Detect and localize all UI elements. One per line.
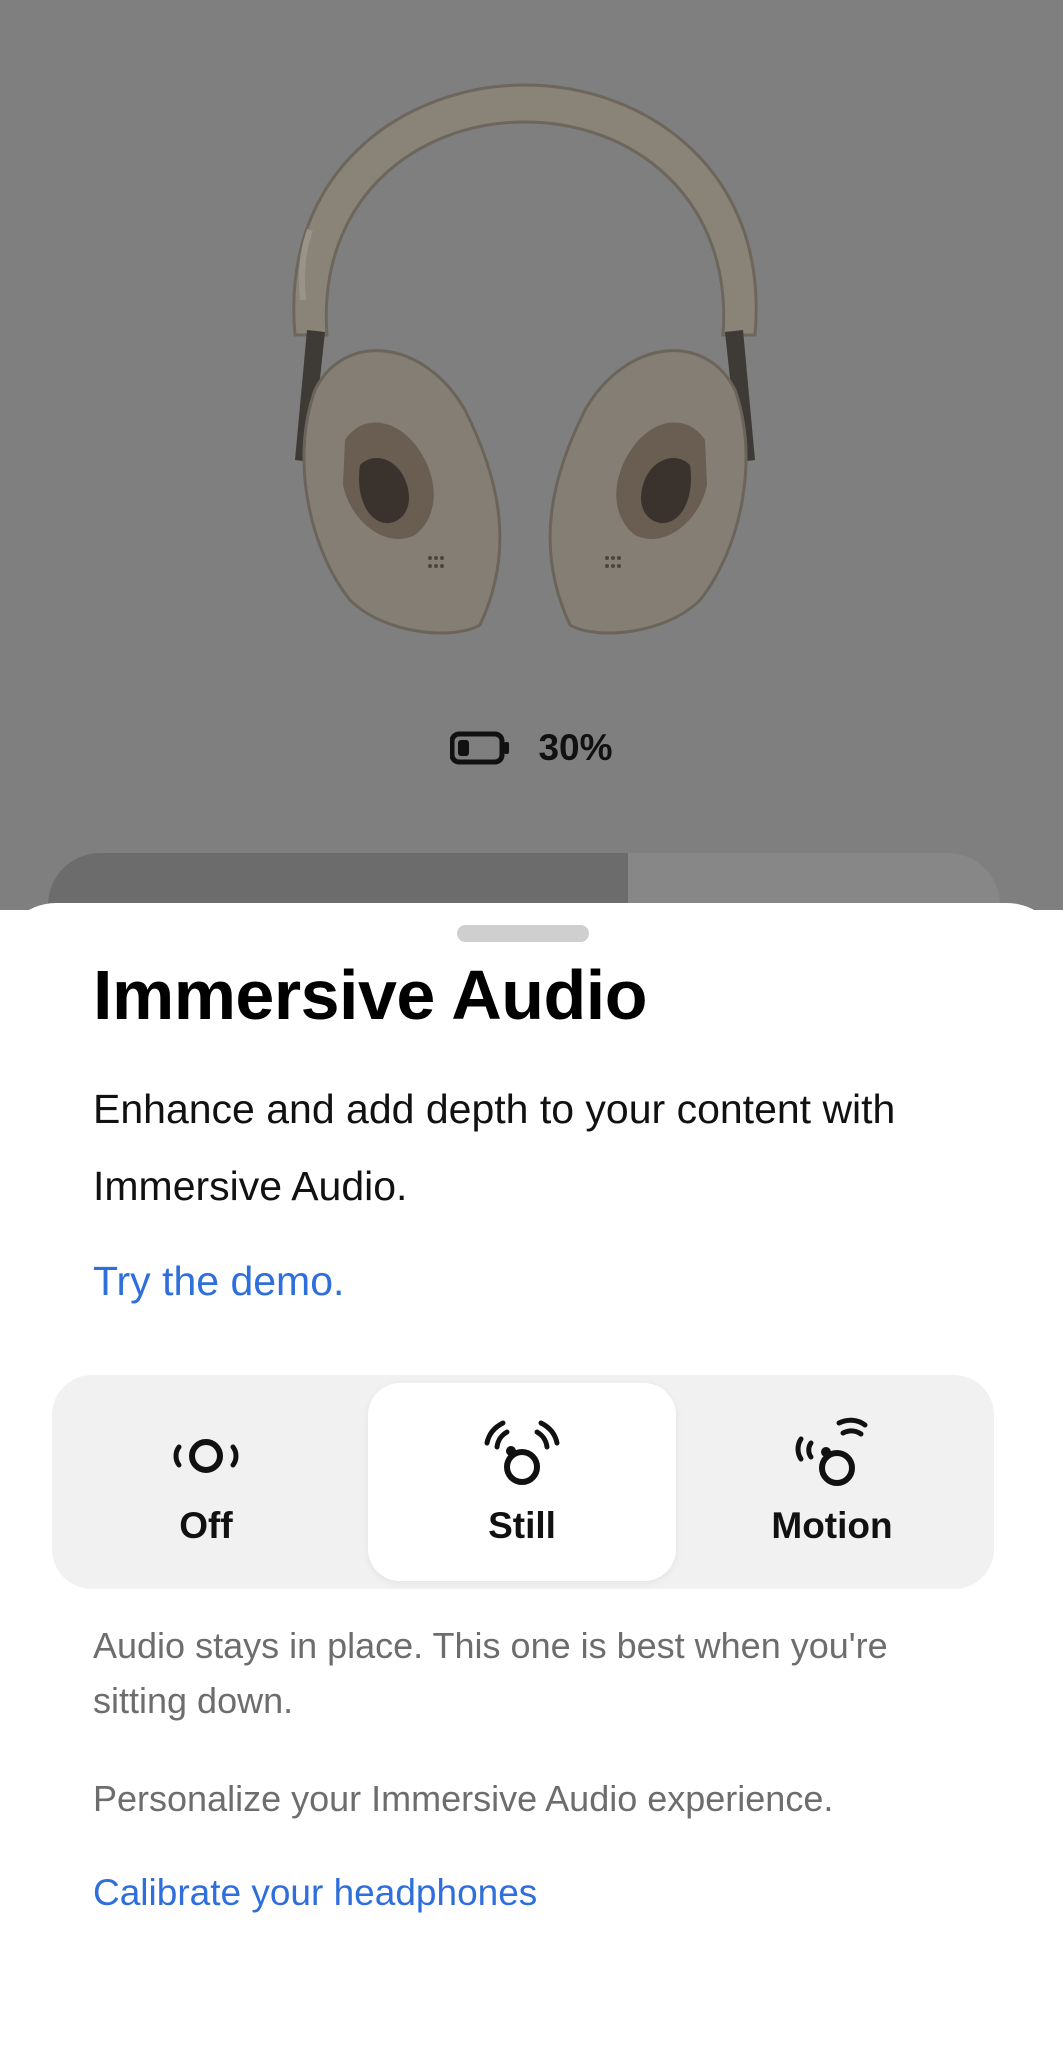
immersive-off-icon xyxy=(173,1439,239,1473)
battery-percent: 30% xyxy=(538,727,613,768)
headphones-image xyxy=(292,83,758,635)
personalize-text: Personalize your Immersive Audio experie… xyxy=(93,1778,834,1819)
device-backdrop: 30% xyxy=(0,0,1063,973)
sheet-description: Enhance and add depth to your content wi… xyxy=(93,1086,896,1209)
try-demo-link[interactable]: Try the demo. xyxy=(93,1258,344,1305)
battery-status: 30% xyxy=(0,718,1063,778)
mode-still-button[interactable]: Still xyxy=(368,1383,676,1581)
sheet-title: Immersive Audio xyxy=(93,956,647,1034)
immersive-mode-selector: Off Still Motion xyxy=(52,1375,994,1589)
immersive-motion-icon xyxy=(795,1417,868,1486)
mode-off-label: Off xyxy=(179,1505,233,1546)
mode-motion-button[interactable]: Motion xyxy=(678,1383,986,1581)
mode-off-button[interactable]: Off xyxy=(52,1383,360,1581)
immersive-still-icon xyxy=(484,1420,560,1485)
calibrate-headphones-link[interactable]: Calibrate your headphones xyxy=(93,1865,537,1920)
mode-motion-label: Motion xyxy=(771,1505,893,1546)
battery-icon xyxy=(450,731,510,765)
immersive-audio-sheet: Immersive Audio Enhance and add depth to… xyxy=(0,903,1063,2063)
mode-still-label: Still xyxy=(488,1505,556,1546)
mode-description: Audio stays in place. This one is best w… xyxy=(93,1625,888,1721)
sheet-grabber-handle[interactable] xyxy=(457,925,589,942)
